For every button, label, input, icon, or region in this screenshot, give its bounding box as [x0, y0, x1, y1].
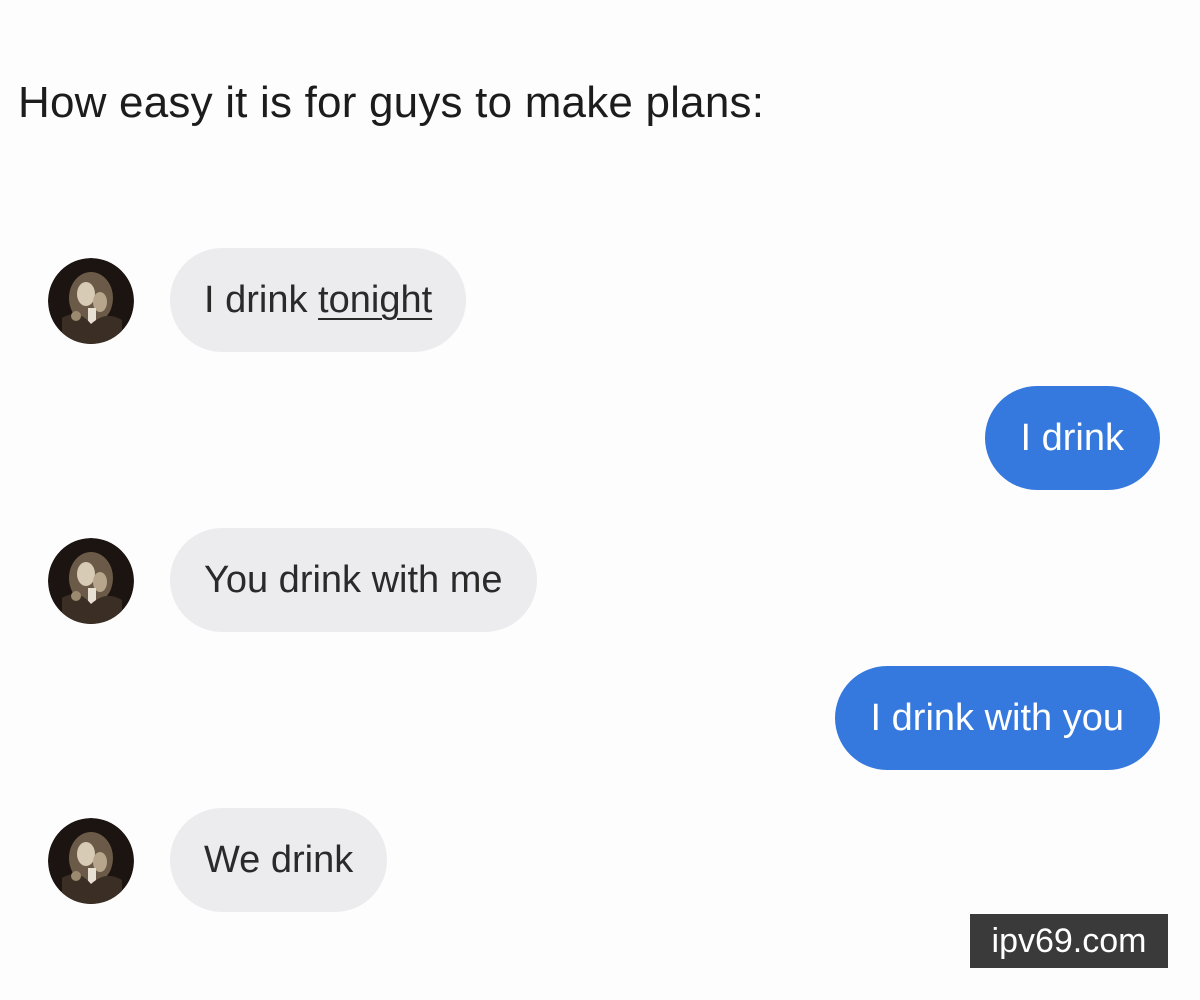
message-link-tonight[interactable]: tonight — [318, 279, 432, 321]
message-text: I drink — [1020, 417, 1124, 459]
contact-avatar-icon[interactable] — [48, 538, 134, 624]
watermark-label: ipv69.com — [970, 914, 1168, 968]
incoming-message-bubble[interactable]: I drink tonight — [170, 248, 467, 352]
message-text: I drink with you — [870, 697, 1124, 739]
incoming-message-bubble[interactable]: We drink — [170, 808, 388, 912]
meme-caption: How easy it is for guys to make plans: — [18, 78, 765, 127]
contact-avatar-icon[interactable] — [48, 258, 134, 344]
outgoing-message-bubble[interactable]: I drink with you — [834, 666, 1160, 770]
outgoing-message-bubble[interactable]: I drink — [984, 386, 1160, 490]
contact-avatar-icon[interactable] — [48, 818, 134, 904]
message-row-incoming: You drink with me — [0, 528, 1200, 638]
incoming-message-bubble[interactable]: You drink with me — [170, 528, 537, 632]
message-row-outgoing: I drink — [0, 386, 1200, 496]
message-text: We drink — [204, 839, 354, 881]
message-text: I drink — [204, 279, 319, 321]
message-row-incoming: We drink — [0, 808, 1200, 918]
message-text: You drink with me — [204, 559, 503, 601]
message-row-outgoing: I drink with you — [0, 666, 1200, 776]
chat-screenshot: How easy it is for guys to make plans: I… — [0, 0, 1200, 1000]
message-row-incoming: I drink tonight — [0, 248, 1200, 358]
